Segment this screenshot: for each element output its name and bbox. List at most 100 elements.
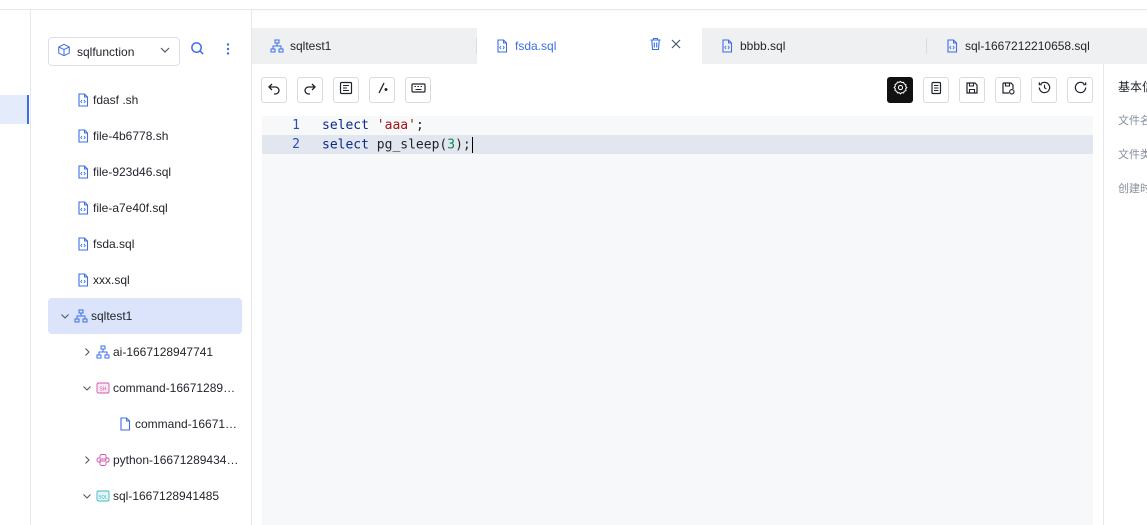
- more-button[interactable]: [218, 41, 238, 61]
- tab-sqltest1[interactable]: sqltest1: [252, 28, 477, 64]
- property-file-name: 文件名: [1118, 115, 1147, 127]
- file-code-icon: [495, 39, 509, 53]
- redo-icon: [303, 81, 317, 100]
- property-file-type: 文件类: [1118, 149, 1147, 161]
- undo-icon: [267, 81, 281, 100]
- code-text: select pg_sleep(3);: [322, 136, 473, 153]
- chevron-down-icon[interactable]: [80, 489, 94, 503]
- sidebar: sqlfunction fdasf .sh file-4b6778.sh file-…: [31, 10, 252, 525]
- top-bar: [0, 0, 1147, 10]
- history-button[interactable]: [1031, 77, 1057, 103]
- tree-item-label: fsda.sql: [93, 237, 135, 251]
- copy-icon: [929, 81, 943, 100]
- editor-line: 1 select 'aaa';: [262, 116, 1093, 135]
- close-tab-button[interactable]: [669, 39, 683, 53]
- panel-title: 基本信: [1118, 80, 1147, 94]
- tree-item[interactable]: ai-1667128947741: [48, 334, 242, 370]
- tree-item[interactable]: command-16671…: [48, 406, 242, 442]
- settings-button[interactable]: [887, 77, 913, 103]
- save-icon: [965, 81, 979, 100]
- tree-item-label: python-16671289434…: [113, 453, 239, 467]
- comment-icon: [375, 81, 389, 100]
- chevron-right-icon[interactable]: [80, 345, 94, 359]
- format-icon: [339, 81, 353, 100]
- file-code-icon: [76, 129, 90, 143]
- file-code-icon: [720, 39, 734, 53]
- refresh-icon: [1073, 80, 1088, 100]
- sql-icon: SQL: [96, 489, 110, 503]
- tree-item-label: sqltest1: [91, 309, 133, 323]
- tree-item[interactable]: file-923d46.sql: [48, 154, 242, 190]
- search-icon: [190, 41, 205, 61]
- workflow-icon: [74, 309, 88, 323]
- settings-icon: [892, 80, 908, 100]
- svg-text:SQL: SQL: [98, 494, 108, 500]
- copy-button[interactable]: [923, 77, 949, 103]
- shell-icon: SH: [96, 381, 110, 395]
- tree-item[interactable]: SQL sql-1667128941485: [48, 478, 242, 514]
- tree-item-label: xxx.sql: [93, 273, 130, 287]
- cube-icon: [57, 43, 71, 60]
- left-nav: [0, 10, 31, 525]
- save-as-button[interactable]: [995, 77, 1021, 103]
- trash-icon: [649, 37, 662, 56]
- tab-label: sqltest1: [290, 39, 332, 53]
- tree-item[interactable]: python-16671289434…: [48, 442, 242, 478]
- file-code-icon: [76, 201, 90, 215]
- redo-button[interactable]: [297, 77, 323, 103]
- tree-item-label: command-16671289…: [113, 381, 236, 395]
- line-number: 1: [292, 118, 300, 133]
- line-number: 2: [292, 137, 300, 152]
- left-nav-active-item[interactable]: [0, 95, 29, 124]
- editor-line-current: 2 select pg_sleep(3);: [262, 135, 1093, 154]
- text-cursor: [471, 136, 473, 153]
- search-button[interactable]: [187, 41, 207, 61]
- svg-text:SH: SH: [100, 386, 107, 392]
- chevron-down-icon[interactable]: [80, 381, 94, 395]
- code-editor[interactable]: 1 select 'aaa'; 2 select pg_sleep(3);: [262, 116, 1093, 525]
- format-button[interactable]: [333, 77, 359, 103]
- save-button[interactable]: [959, 77, 985, 103]
- workflow-icon: [270, 39, 284, 53]
- file-code-icon: [76, 93, 90, 107]
- file-code-icon: [76, 273, 90, 287]
- file-tree: fdasf .sh file-4b6778.sh file-923d46.sql fi…: [48, 82, 242, 514]
- comment-button[interactable]: [369, 77, 395, 103]
- tree-item[interactable]: fdasf .sh: [48, 82, 242, 118]
- more-vertical-icon: [222, 42, 234, 61]
- delete-tab-button[interactable]: [648, 37, 662, 56]
- save-as-icon: [1001, 81, 1015, 100]
- tree-item-label: command-16671…: [135, 417, 238, 431]
- close-icon: [670, 37, 682, 55]
- file-code-icon: [76, 237, 90, 251]
- chevron-right-icon[interactable]: [80, 453, 94, 467]
- tree-item[interactable]: SH command-16671289…: [48, 370, 242, 406]
- properties-panel: 基本信 文件名 文件类 创建时: [1103, 64, 1147, 525]
- history-icon: [1037, 80, 1052, 100]
- tree-item[interactable]: fsda.sql: [48, 226, 242, 262]
- chevron-down-icon: [159, 44, 171, 59]
- tab-label: fsda.sql: [515, 39, 557, 53]
- tree-item-label: file-4b6778.sh: [93, 129, 169, 143]
- refresh-button[interactable]: [1067, 77, 1093, 103]
- tree-item-label: file-a7e40f.sql: [93, 201, 168, 215]
- tree-item[interactable]: sqltest1: [48, 298, 242, 334]
- tab-bbbb-sql[interactable]: bbbb.sql: [702, 28, 927, 64]
- project-select-label: sqlfunction: [77, 44, 135, 59]
- chevron-down-icon[interactable]: [58, 309, 72, 323]
- tree-item[interactable]: file-a7e40f.sql: [48, 190, 242, 226]
- undo-button[interactable]: [261, 77, 287, 103]
- keyboard-button[interactable]: [405, 77, 431, 103]
- tree-item[interactable]: file-4b6778.sh: [48, 118, 242, 154]
- project-select[interactable]: sqlfunction: [48, 37, 180, 66]
- file-icon: [118, 417, 132, 431]
- workflow-icon: [96, 345, 110, 359]
- python-icon: [96, 453, 110, 467]
- tab-label: bbbb.sql: [740, 39, 786, 53]
- tab-sql-1667212210658[interactable]: sql-1667212210658.sql: [927, 28, 1147, 64]
- tree-item[interactable]: xxx.sql: [48, 262, 242, 298]
- tree-item-label: fdasf .sh: [93, 93, 139, 107]
- property-created-time: 创建时: [1118, 183, 1147, 195]
- tree-item-label: ai-1667128947741: [113, 345, 214, 359]
- keyboard-icon: [410, 81, 426, 100]
